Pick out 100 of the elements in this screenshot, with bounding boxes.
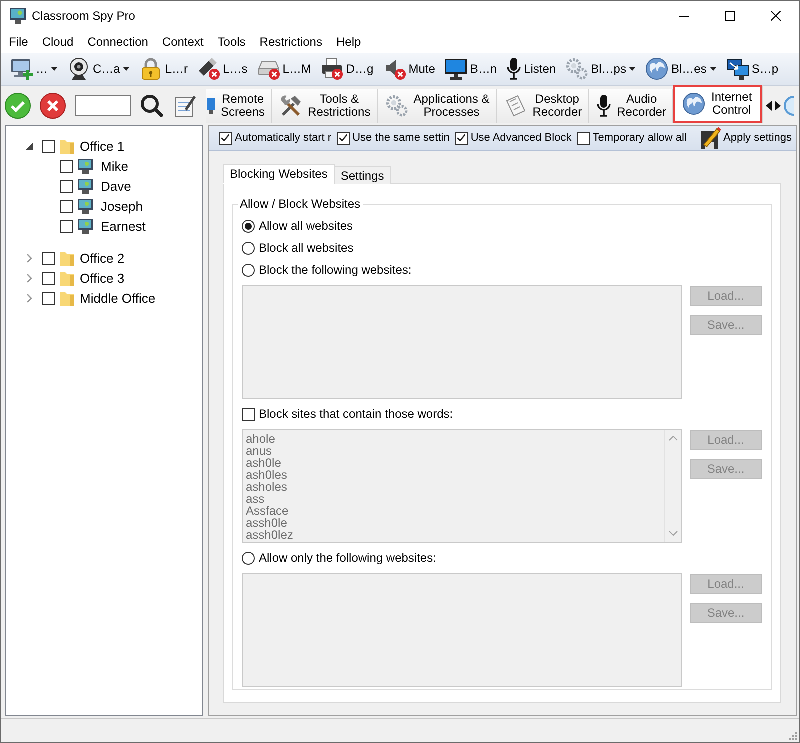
search-field[interactable]: [75, 95, 131, 116]
radio-button[interactable]: [242, 220, 255, 232]
radio-label[interactable]: Allow all websites: [259, 219, 354, 233]
folder-icon: [60, 270, 74, 286]
radio-label[interactable]: Block all websites: [259, 241, 354, 255]
checkbox[interactable]: [242, 408, 255, 420]
tree-item[interactable]: Middle Office: [80, 290, 156, 306]
globe-icon: [683, 93, 706, 115]
checkbox[interactable]: [576, 132, 590, 144]
monitor-icon: [445, 58, 468, 80]
menu-item[interactable]: Help: [329, 31, 368, 53]
globe-icon: [646, 58, 668, 80]
checkbox[interactable]: [219, 132, 232, 144]
window-title: Classroom Spy Pro: [32, 9, 136, 23]
floppy-pencil-icon: [700, 127, 722, 149]
tree-item[interactable]: Dave: [101, 178, 132, 194]
tree-item[interactable]: Office 3: [80, 270, 125, 286]
toolbar-button[interactable]: L…s: [197, 55, 249, 83]
chevron-icon[interactable]: [26, 254, 32, 262]
apply-settings-button[interactable]: Apply settings: [696, 126, 796, 150]
chevron-icon[interactable]: [26, 294, 32, 302]
group-title: Allow / Block Websites: [239, 197, 362, 211]
chevron-icon[interactable]: [26, 274, 32, 282]
tab[interactable]: Internet Control: [673, 85, 764, 123]
checkbox[interactable]: [42, 292, 55, 304]
tab[interactable]: Remote Screens: [206, 89, 272, 123]
tab[interactable]: Audio Recorder: [589, 89, 674, 123]
computer-icon: [78, 198, 93, 214]
scroll-right-icon[interactable]: [775, 101, 782, 111]
checkmark-icon: [221, 134, 230, 142]
folder-icon: [60, 290, 74, 306]
tree-item[interactable]: Joseph: [101, 198, 143, 214]
toolbar-button[interactable]: S…p: [726, 55, 780, 83]
tree-item[interactable]: Mike: [101, 158, 128, 174]
padlock-icon: [140, 58, 162, 80]
scroll-left-icon[interactable]: [766, 101, 772, 111]
toolbar-button[interactable]: Listen: [506, 55, 558, 83]
radio-button[interactable]: [242, 264, 255, 276]
tab[interactable]: Applications & Processes: [378, 89, 497, 123]
toolbar-button[interactable]: L…r: [139, 55, 190, 83]
usb-stick-blocked-icon: [198, 58, 220, 80]
checkbox-label[interactable]: Automatically start r: [235, 132, 332, 144]
checkbox[interactable]: [42, 272, 55, 284]
tab[interactable]: Settings: [334, 166, 392, 184]
microphone-icon: [597, 95, 612, 117]
radio-label[interactable]: Allow only the following websites:: [259, 551, 436, 565]
printer-blocked-icon: [321, 58, 344, 80]
scroll-down-icon: [668, 531, 678, 536]
folder-icon: [60, 250, 74, 266]
tree-item[interactable]: Office 2: [80, 250, 125, 266]
radio-button[interactable]: [242, 552, 255, 564]
radio-button[interactable]: [242, 242, 255, 254]
checkbox[interactable]: [60, 180, 73, 192]
tree-item[interactable]: Office 1: [80, 138, 125, 154]
tab[interactable]: Tools & Restrictions: [272, 89, 378, 123]
radio-label[interactable]: Block the following websites:: [259, 263, 412, 277]
tab[interactable]: Desktop Recorder: [496, 89, 590, 123]
menu-item[interactable]: Tools: [210, 31, 253, 53]
webcam-icon: [68, 58, 90, 80]
tab[interactable]: Blocking Websites: [223, 164, 335, 184]
toolbar-button[interactable]: Mute: [382, 55, 436, 83]
checkbox-label[interactable]: Use the same settin: [352, 132, 450, 144]
checkbox-label[interactable]: Temporary allow all: [592, 132, 687, 144]
search-icon[interactable]: [140, 94, 164, 118]
checkbox[interactable]: [60, 160, 73, 172]
computer-icon: [78, 218, 93, 234]
speaker-muted-icon: [384, 58, 406, 80]
menu-item[interactable]: Cloud: [35, 31, 81, 53]
toolbar-button[interactable]: B…n: [444, 55, 498, 83]
menu-item[interactable]: Restrictions: [252, 31, 330, 53]
toolbar-button[interactable]: D…g: [320, 55, 375, 83]
checkbox[interactable]: [60, 200, 73, 212]
checkbox[interactable]: [60, 220, 73, 232]
monitor-plus-icon: [11, 58, 33, 80]
toolbar-button[interactable]: L…M: [256, 55, 312, 83]
menu-item[interactable]: Context: [155, 31, 211, 53]
checkbox[interactable]: [42, 140, 55, 152]
checkbox-label[interactable]: Use Advanced Block: [470, 132, 572, 144]
resize-grip-icon: [787, 730, 797, 740]
check-circle-icon[interactable]: [5, 92, 31, 118]
toolbar-button[interactable]: C…a: [67, 55, 132, 83]
toolbar-button[interactable]: …: [10, 55, 59, 83]
checkmark-icon: [338, 134, 348, 142]
menu-item[interactable]: File: [2, 31, 36, 53]
checkbox-label[interactable]: Block sites that contain those words:: [259, 407, 454, 421]
document-icon: [504, 95, 527, 117]
checkbox[interactable]: [42, 252, 55, 264]
tree-item[interactable]: Earnest: [101, 218, 146, 234]
monitors-arrow-icon: [726, 58, 749, 80]
triangle-icon[interactable]: [26, 142, 32, 150]
checkbox[interactable]: [454, 132, 468, 144]
notepad-icon[interactable]: [173, 94, 197, 118]
folder-icon: [60, 138, 74, 154]
toolbar-button[interactable]: Bl…es: [645, 55, 718, 83]
menu-item[interactable]: Connection: [80, 31, 156, 53]
checkbox[interactable]: [336, 132, 350, 144]
close-circle-icon[interactable]: [40, 92, 66, 118]
toolbar-button[interactable]: Bl…ps: [565, 55, 638, 83]
gears-icon: [566, 58, 588, 80]
computer-icon: [78, 178, 93, 194]
